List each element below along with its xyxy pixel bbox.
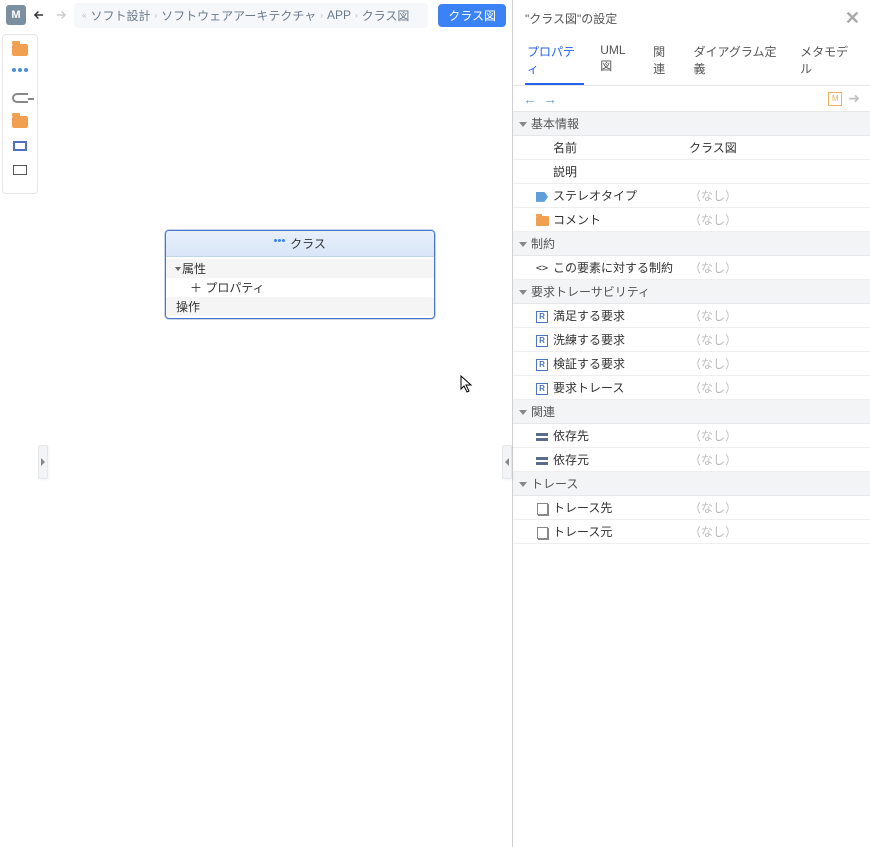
history-back-icon[interactable]: ← [523,91,537,107]
panel-tabs: プロパティ UML図 関連 ダイアグラム定義 メタモデル [513,33,870,86]
property-value[interactable]: （なし） [683,424,870,448]
property-value[interactable]: （なし） [683,184,870,208]
class-title[interactable]: クラス [166,231,434,257]
property-group-header[interactable]: 制約 [513,232,870,256]
property-row[interactable]: R検証する要求（なし） [513,352,870,376]
tab-metamodel[interactable]: メタモデル [798,39,858,85]
collapse-icon [519,242,527,247]
collapse-icon [519,482,527,487]
class-tool-icon[interactable] [11,67,29,81]
breadcrumb-item[interactable]: APP [327,8,351,22]
attributes-section: 属性 ＋ プロパティ 操作 [166,257,434,318]
property-value[interactable]: （なし） [683,448,870,472]
property-row[interactable]: R満足する要求（なし） [513,304,870,328]
collapse-icon [519,290,527,295]
nav-forward-icon[interactable] [52,6,70,24]
property-value[interactable]: （なし） [683,304,870,328]
property-key: R検証する要求 [513,352,683,376]
property-value[interactable]: （なし） [683,208,870,232]
collapse-icon [519,410,527,415]
class-element[interactable]: クラス 属性 ＋ プロパティ 操作 [165,230,435,319]
property-row[interactable]: <>この要素に対する制約（なし） [513,256,870,280]
property-key: 名前 [513,136,683,160]
properties-table: 基本情報名前クラス図説明ステレオタイプ（なし）コメント（なし）制約<>この要素に… [513,111,870,544]
tab-properties[interactable]: プロパティ [525,39,584,85]
property-row[interactable]: 名前クラス図 [513,136,870,160]
panel-title: "クラス図"の設定 [525,10,617,27]
property-row[interactable]: 説明 [513,160,870,184]
property-key: R満足する要求 [513,304,683,328]
diagram-type-badge[interactable]: クラス図 [438,4,506,27]
breadcrumb-item[interactable]: クラス図 [362,7,410,24]
close-icon[interactable]: ✕ [845,8,860,29]
attributes-header[interactable]: 属性 [166,259,434,278]
history-forward-icon[interactable]: → [543,91,557,107]
property-row[interactable]: 依存先（なし） [513,424,870,448]
property-key: トレース元 [513,520,683,544]
property-row[interactable]: R要求トレース（なし） [513,376,870,400]
breadcrumb-item[interactable]: ソフトウェアアーキテクチャ [161,7,316,24]
property-row[interactable]: コメント（なし） [513,208,870,232]
property-value[interactable] [683,160,870,184]
property-value[interactable]: （なし） [683,520,870,544]
tab-relations[interactable]: 関連 [651,39,677,85]
chevron-right-icon: › [154,11,157,20]
chevron-right-icon: › [320,11,323,20]
tab-uml[interactable]: UML図 [598,39,637,85]
property-key: トレース先 [513,496,683,520]
cursor-icon [460,375,474,396]
property-value[interactable]: （なし） [683,352,870,376]
property-group-header[interactable]: トレース [513,472,870,496]
property-key: 依存先 [513,424,683,448]
property-value[interactable]: クラス図 [683,136,870,160]
property-group-header[interactable]: 関連 [513,400,870,424]
class-icon [274,239,286,249]
breadcrumb: « ソフト設計 › ソフトウェアアーキテクチャ › APP › クラス図 [74,3,428,28]
tab-diagram-def[interactable]: ダイアグラム定義 [691,39,784,85]
property-row[interactable]: ステレオタイプ（なし） [513,184,870,208]
property-key: <>この要素に対する制約 [513,256,683,280]
property-item[interactable]: ＋ プロパティ [166,278,434,297]
property-row[interactable]: トレース元（なし） [513,520,870,544]
property-value[interactable]: （なし） [683,256,870,280]
property-value[interactable]: （なし） [683,328,870,352]
property-key: コメント [513,208,683,232]
class-title-label: クラス [290,235,326,252]
collapse-icon [519,122,527,127]
breadcrumb-overflow-icon[interactable]: « [82,11,86,20]
diagram-canvas[interactable]: クラス 属性 ＋ プロパティ 操作 [38,30,512,847]
nav-back-icon[interactable] [30,6,48,24]
note-icon[interactable] [11,163,29,177]
property-key: ステレオタイプ [513,184,683,208]
properties-panel: "クラス図"の設定 ✕ プロパティ UML図 関連 ダイアグラム定義 メタモデル… [512,0,870,847]
navigate-icon[interactable]: ➜ [848,90,860,107]
property-value[interactable]: （なし） [683,376,870,400]
chevron-right-icon: › [355,11,358,20]
top-toolbar: M « ソフト設計 › ソフトウェアアーキテクチャ › APP › クラス図 ク… [0,0,512,30]
expand-right-panel-icon[interactable] [502,445,512,479]
property-value[interactable]: （なし） [683,496,870,520]
interface-icon[interactable] [11,139,29,153]
palette-toolbar [2,34,38,194]
expand-icon [175,267,181,271]
property-row[interactable]: R洗練する要求（なし） [513,328,870,352]
property-key: 説明 [513,160,683,184]
package-icon[interactable] [11,43,29,57]
property-key: 依存元 [513,448,683,472]
property-key: R洗練する要求 [513,328,683,352]
property-key: R要求トレース [513,376,683,400]
property-group-header[interactable]: 要求トレーサビリティ [513,280,870,304]
app-badge[interactable]: M [6,5,26,25]
expand-left-panel-icon[interactable] [38,445,48,479]
operations-header[interactable]: 操作 [166,297,434,316]
metamodel-icon[interactable]: M [828,92,842,106]
association-icon[interactable] [11,91,29,105]
property-row[interactable]: トレース先（なし） [513,496,870,520]
folder-icon[interactable] [11,115,29,129]
property-group-header[interactable]: 基本情報 [513,112,870,136]
breadcrumb-item[interactable]: ソフト設計 [90,7,150,24]
property-row[interactable]: 依存元（なし） [513,448,870,472]
